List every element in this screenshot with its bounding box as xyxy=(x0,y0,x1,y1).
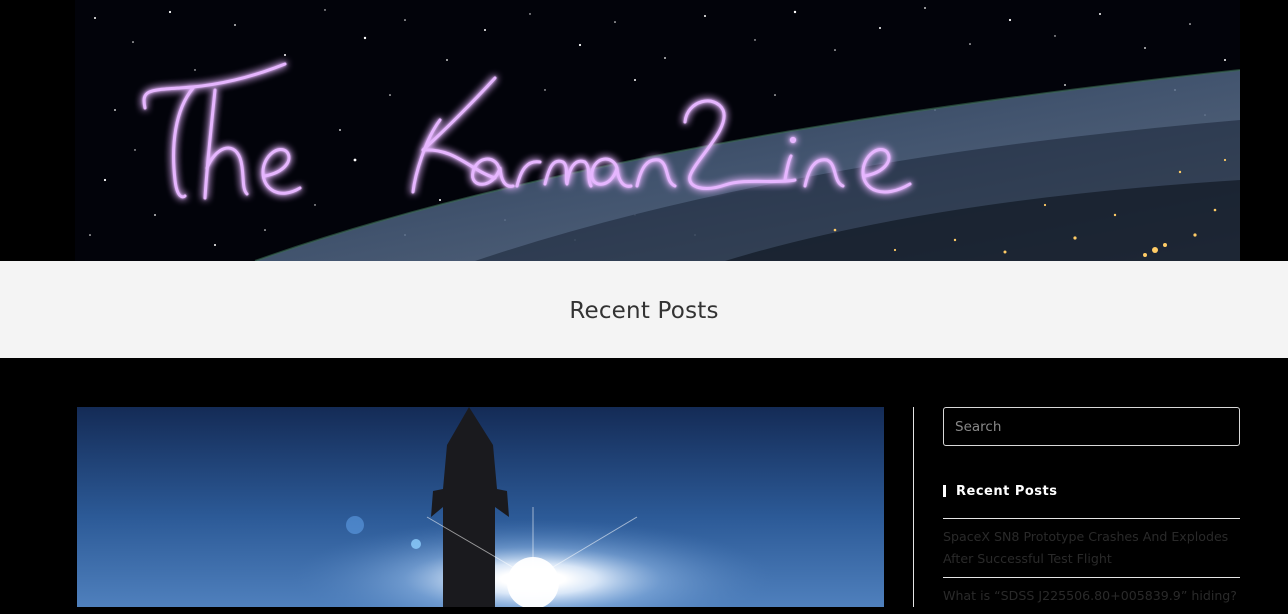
rocket-photo xyxy=(77,407,884,607)
sidebar: Recent Posts SpaceX SN8 Prototype Crashe… xyxy=(943,407,1240,614)
site-logo-banner[interactable] xyxy=(75,0,1240,261)
banner-image xyxy=(75,0,1240,261)
sidebar-divider xyxy=(913,407,914,607)
page-title: Recent Posts xyxy=(569,297,719,324)
recent-post-link[interactable]: What is “SDSS J225506.80+005839.9” hidin… xyxy=(943,585,1240,607)
site-header xyxy=(0,0,1288,261)
recent-post-link[interactable]: SpaceX SN8 Prototype Crashes And Explode… xyxy=(943,526,1240,570)
recent-posts-widget-title: Recent Posts xyxy=(943,484,1240,500)
featured-post-image[interactable] xyxy=(77,407,884,607)
list-item: What is “SDSS J225506.80+005839.9” hidin… xyxy=(943,577,1240,614)
list-item: SpaceX SN8 Prototype Crashes And Explode… xyxy=(943,518,1240,577)
search-form xyxy=(943,407,1240,446)
main-content: Recent Posts SpaceX SN8 Prototype Crashe… xyxy=(0,358,1288,607)
search-input[interactable] xyxy=(944,408,1239,445)
page-header: Recent Posts xyxy=(0,261,1288,358)
